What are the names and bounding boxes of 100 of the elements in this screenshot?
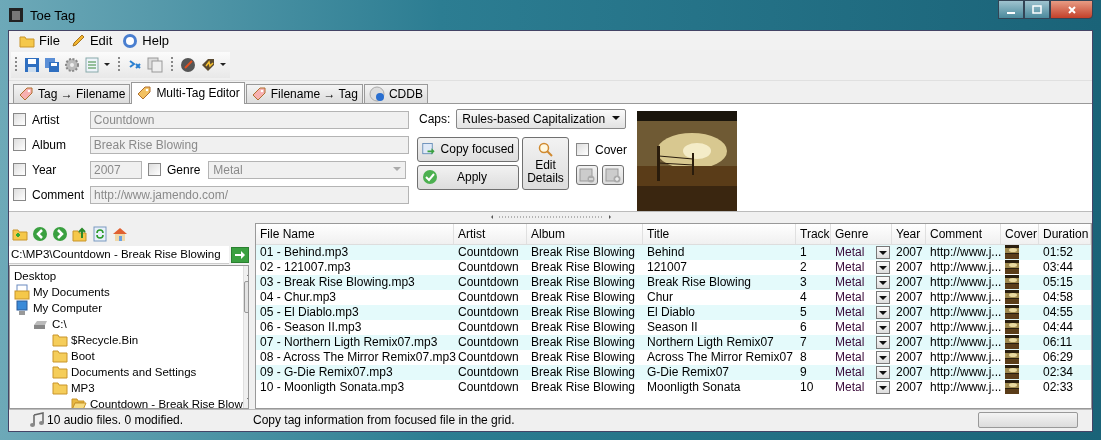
app-icon xyxy=(8,7,24,23)
status-message: Copy tag information from focused file in the grid. xyxy=(252,413,516,428)
column-header[interactable]: Artist xyxy=(454,223,527,244)
column-header[interactable]: Comment xyxy=(926,223,1001,244)
tag-icon xyxy=(18,85,34,102)
caret-icon xyxy=(879,385,887,391)
caret-icon xyxy=(879,340,887,346)
tree-item[interactable]: My Computer xyxy=(33,301,103,314)
table-cell-text: Break Rise Blowing xyxy=(530,379,637,395)
table-cell-text: Countdown xyxy=(457,349,520,365)
tree-item[interactable]: $Recycle.Bin xyxy=(71,333,139,346)
add-cover-button[interactable] xyxy=(602,164,624,185)
table-cell-text: Break Rise Blowing xyxy=(530,289,637,305)
close-button[interactable] xyxy=(1050,0,1093,19)
table-cell-text: Break Rise Blowing xyxy=(530,274,637,290)
genre-dropdown-button[interactable] xyxy=(876,290,890,304)
refresh-icon[interactable] xyxy=(92,225,108,242)
tab[interactable]: Tag → Filename xyxy=(13,83,131,103)
column-header[interactable]: Track xyxy=(796,223,831,244)
tree-item[interactable]: Boot xyxy=(71,349,95,362)
tree-item[interactable]: My Documents xyxy=(33,285,110,298)
table-cell-text: Countdown xyxy=(457,379,520,395)
remove-cover-button[interactable] xyxy=(576,164,598,185)
menu-item[interactable]: Help xyxy=(120,32,178,49)
tree-item[interactable]: MP3 xyxy=(71,381,95,394)
go-button[interactable] xyxy=(231,246,249,263)
tree-item[interactable]: C:\ xyxy=(52,317,67,330)
minimize-icon xyxy=(1007,11,1015,14)
tree-item[interactable]: Countdown - Break Rise Blow xyxy=(90,397,243,408)
disc-icon[interactable] xyxy=(180,57,196,73)
tree-item[interactable]: Documents and Settings xyxy=(71,365,197,378)
table-cell-text: 05:15 xyxy=(1042,274,1075,290)
back-icon[interactable] xyxy=(32,225,48,242)
column-header[interactable]: Duration xyxy=(1039,223,1091,244)
up-folder-icon[interactable] xyxy=(72,225,88,242)
table-cell-text: 9 xyxy=(799,364,808,380)
tree-item[interactable]: Desktop xyxy=(14,269,57,282)
tab[interactable]: Multi-Tag Editor xyxy=(131,81,245,104)
table-cell-text: Countdown xyxy=(457,334,520,350)
table-cell: Metal xyxy=(835,245,865,260)
column-header[interactable]: File Name xyxy=(256,223,454,244)
table-cell-text: 2007 xyxy=(895,274,924,290)
table-cell-text: 2007 xyxy=(895,289,924,305)
table-cell-text: http://www.j... xyxy=(929,364,1001,380)
maximize-icon xyxy=(1032,4,1042,15)
genre-dropdown-button[interactable] xyxy=(876,260,890,274)
save-all-icon[interactable] xyxy=(44,57,60,73)
copy-focused-button[interactable]: Copy focused xyxy=(417,136,519,162)
table-cell-text: 01:52 xyxy=(1042,244,1075,260)
menu-item[interactable]: File xyxy=(17,32,68,49)
genre-dropdown-button[interactable] xyxy=(876,275,890,289)
table-cell-text: Countdown xyxy=(457,364,520,380)
table-cell-text: http://www.j... xyxy=(929,244,1001,260)
caret-icon xyxy=(879,325,887,331)
table-cell-text: 02 - 121007.mp3 xyxy=(259,259,352,275)
genre-dropdown-button[interactable] xyxy=(876,245,890,259)
column-header[interactable]: Year xyxy=(892,223,926,244)
dropdown-arrow-icon[interactable] xyxy=(104,63,110,67)
column-header[interactable]: Title xyxy=(643,223,796,244)
menu-item[interactable]: Edit xyxy=(67,32,121,49)
column-header[interactable]: Album xyxy=(527,223,643,244)
image-add-icon xyxy=(605,166,621,183)
table-cell-text: Moonligth Sonata xyxy=(646,379,742,395)
table-cell-text: 2007 xyxy=(895,244,924,260)
genre-dropdown-button[interactable] xyxy=(876,320,890,334)
folder-icon xyxy=(52,347,68,364)
maximize-button[interactable] xyxy=(1024,0,1050,19)
apply-button[interactable]: Apply xyxy=(417,164,519,190)
genre-dropdown-button[interactable] xyxy=(876,335,890,349)
genre-dropdown-button[interactable] xyxy=(876,350,890,364)
save-icon[interactable] xyxy=(24,57,40,73)
column-header[interactable]: Cover xyxy=(1001,223,1039,244)
check-icon xyxy=(422,169,438,186)
table-cell-text: 03:44 xyxy=(1042,259,1075,275)
minimize-button[interactable] xyxy=(998,0,1024,19)
caps-dropdown[interactable]: Rules-based Capitalization xyxy=(456,108,627,129)
forward-icon[interactable] xyxy=(52,225,68,242)
tag-icon[interactable] xyxy=(200,57,216,73)
splitter-grip[interactable] xyxy=(490,214,611,221)
edit-details-button[interactable]: Edit Details xyxy=(522,136,569,190)
settings-icon[interactable] xyxy=(64,57,80,73)
table-cell-text: Across The Mirror Remix07 xyxy=(646,349,794,365)
genre-dropdown-button[interactable] xyxy=(876,380,890,394)
table-cell-text: Season II xyxy=(646,319,699,335)
checkbox[interactable] xyxy=(576,143,589,157)
path-field[interactable]: C:\MP3\Countdown - Break Rise Blowing xyxy=(9,245,229,264)
column-header[interactable]: Genre xyxy=(831,223,892,244)
tab[interactable]: Filename → Tag xyxy=(245,83,363,103)
table-cell-text: 07 - Northern Ligth Remix07.mp3 xyxy=(259,334,439,350)
table-cell: Metal xyxy=(835,260,865,275)
status-summary: 10 audio files. 0 modified. xyxy=(47,413,184,428)
dropdown-arrow-icon[interactable] xyxy=(220,63,226,67)
genre-dropdown-button[interactable] xyxy=(876,305,890,319)
genre-dropdown-button[interactable] xyxy=(876,365,890,379)
folder-icon xyxy=(52,379,68,396)
tab[interactable]: CDDB xyxy=(363,83,428,103)
table-cell-text: 2007 xyxy=(895,379,924,395)
table-cell: Metal xyxy=(835,365,865,380)
cover-label: Cover xyxy=(595,142,628,157)
home-icon[interactable] xyxy=(112,225,128,242)
